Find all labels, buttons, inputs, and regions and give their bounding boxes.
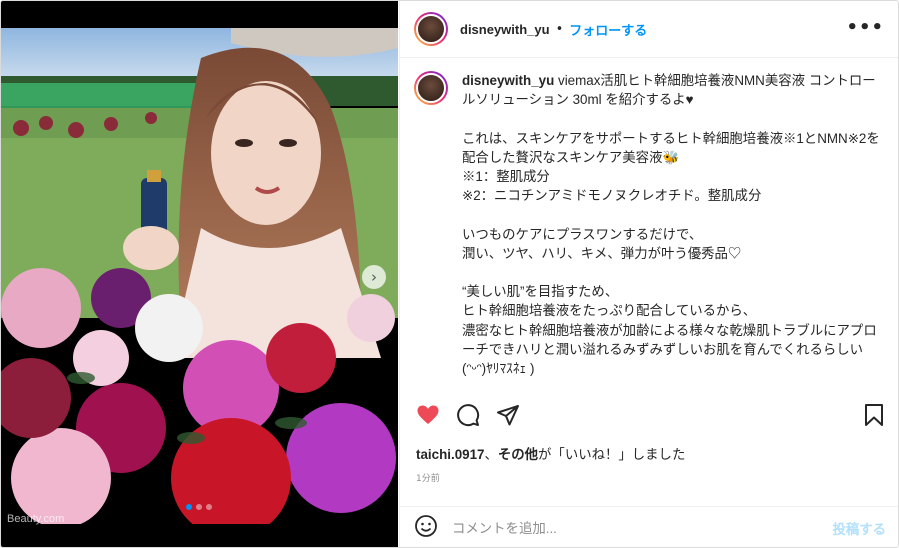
share-icon[interactable]	[496, 403, 520, 431]
post-photo	[1, 28, 398, 524]
likes-others-link[interactable]: その他	[498, 447, 538, 462]
likes-suffix: が「いいね！」しました	[538, 447, 686, 462]
likes-summary: taichi.0917、その他が「いいね！」しました	[416, 443, 685, 463]
caption-avatar[interactable]	[414, 71, 448, 105]
comment-input[interactable]	[452, 520, 833, 536]
avatar[interactable]	[414, 12, 448, 46]
post-details: disneywith_yu • フォローする ••• disneywith_yu…	[399, 1, 898, 547]
more-options-icon[interactable]: •••	[846, 17, 884, 38]
caption-text: viemax活肌ヒト幹細胞培養液NMN美容液 コントロールソリューション 30m…	[462, 73, 880, 377]
comment-icon[interactable]	[456, 403, 480, 431]
action-bar	[400, 401, 898, 433]
post-timestamp[interactable]: 1分前	[416, 471, 440, 484]
comment-bar: 投稿する	[400, 506, 898, 547]
chevron-right-icon: ›	[371, 268, 377, 286]
post-modal: › Beauty.com disneywith_yu • フォローする ••• …	[0, 0, 899, 548]
carousel-dot	[186, 504, 192, 510]
carousel-next-button[interactable]: ›	[362, 265, 386, 289]
caption: disneywith_yu viemax活肌ヒト幹細胞培養液NMN美容液 コント…	[414, 71, 884, 378]
header-username[interactable]: disneywith_yu	[460, 22, 550, 37]
watermark: Beauty.com	[7, 513, 65, 525]
likes-separator: 、	[484, 447, 498, 462]
header-separator: •	[555, 21, 564, 37]
follow-button[interactable]: フォローする	[569, 20, 647, 39]
liker-username[interactable]: taichi.0917	[416, 447, 484, 462]
emoji-icon[interactable]	[414, 514, 438, 542]
post-media: › Beauty.com	[1, 1, 398, 547]
photo-illustration	[1, 28, 398, 524]
carousel-dot	[206, 504, 212, 510]
carousel-dot	[196, 504, 202, 510]
caption-body: disneywith_yu viemax活肌ヒト幹細胞培養液NMN美容液 コント…	[462, 71, 882, 378]
post-header: disneywith_yu • フォローする •••	[400, 1, 898, 58]
bookmark-icon[interactable]	[862, 403, 886, 431]
heart-icon[interactable]	[416, 403, 440, 431]
post-comment-button[interactable]: 投稿する	[832, 518, 886, 538]
caption-username[interactable]: disneywith_yu	[462, 73, 554, 88]
carousel-indicator	[186, 504, 212, 510]
